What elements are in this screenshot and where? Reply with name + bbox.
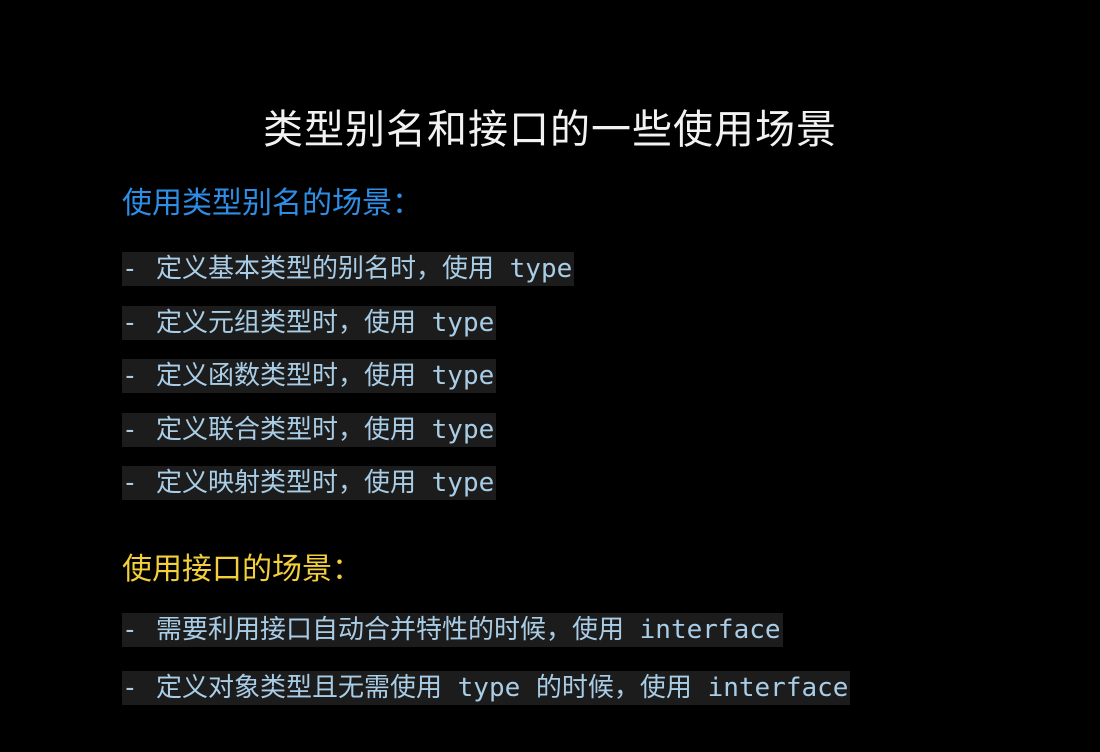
type-alias-heading: 使用类型别名的场景： <box>122 186 422 221</box>
bullet-dash: - <box>122 615 138 645</box>
bullet-dash: - <box>122 673 138 703</box>
type-alias-item-text: 定义基本类型的别名时，使用 type <box>156 254 573 284</box>
type-alias-item-text: 定义函数类型时，使用 type <box>156 361 495 391</box>
type-alias-item-text: 定义元组类型时，使用 type <box>156 308 495 338</box>
page-title: 类型别名和接口的一些使用场景 <box>263 107 837 153</box>
type-alias-item: - 定义联合类型时，使用 type <box>122 413 497 447</box>
type-alias-item: - 定义映射类型时，使用 type <box>122 466 497 500</box>
interface-item: - 定义对象类型且无需使用 type 的时候，使用 interface <box>122 671 851 705</box>
type-alias-item: - 定义元组类型时，使用 type <box>122 306 497 340</box>
interface-heading: 使用接口的场景： <box>122 552 362 587</box>
type-alias-item-text: 定义联合类型时，使用 type <box>156 415 495 445</box>
bullet-dash: - <box>122 415 138 445</box>
bullet-dash: - <box>122 254 138 284</box>
interface-item-text: 定义对象类型且无需使用 type 的时候，使用 interface <box>156 673 849 703</box>
interface-item-text: 需要利用接口自动合并特性的时候，使用 interface <box>156 615 781 645</box>
bullet-dash: - <box>122 308 138 338</box>
bullet-dash: - <box>122 468 138 498</box>
type-alias-item: - 定义函数类型时，使用 type <box>122 359 497 393</box>
interface-item: - 需要利用接口自动合并特性的时候，使用 interface <box>122 613 783 647</box>
type-alias-item-text: 定义映射类型时，使用 type <box>156 468 495 498</box>
type-alias-item: - 定义基本类型的别名时，使用 type <box>122 252 575 286</box>
bullet-dash: - <box>122 361 138 391</box>
